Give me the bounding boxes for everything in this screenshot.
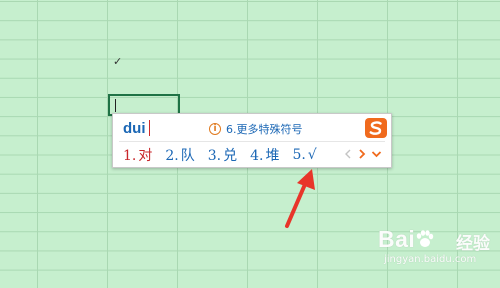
candidate-text: √	[307, 147, 317, 163]
chevron-down-icon[interactable]	[369, 145, 383, 163]
ime-cursor	[149, 120, 150, 136]
chevron-left-icon[interactable]	[341, 145, 355, 163]
candidate-number: 5.	[292, 147, 306, 163]
candidate-number: 3.	[207, 148, 222, 164]
watermark-url: jingyan.baidu.com	[384, 254, 477, 265]
candidate-text: 队	[180, 148, 195, 164]
candidate-number: 4.	[250, 148, 264, 164]
candidate-3[interactable]: 3. 兑	[208, 145, 237, 165]
baidu-jingyan-watermark: Bai 经验 jingyan.baidu.com	[378, 224, 490, 276]
watermark-brand-text: Bai	[378, 226, 416, 252]
candidate-5[interactable]: 5. √	[292, 147, 316, 163]
paw-icon	[416, 230, 434, 247]
candidate-number: 2.	[165, 148, 179, 164]
chevron-right-icon[interactable]	[355, 145, 369, 163]
candidate-1[interactable]: 1. 对	[123, 145, 152, 165]
watermark-suffix-text: 经验	[456, 234, 490, 254]
ime-divider	[119, 141, 385, 142]
ime-composition-text: dui	[123, 120, 146, 137]
info-icon: i	[209, 123, 221, 135]
checkmark-cell-content: ✓	[113, 55, 123, 68]
candidate-4[interactable]: 4. 堆	[250, 145, 279, 165]
candidate-number: 1.	[123, 148, 137, 164]
red-arrow-annotation	[285, 169, 315, 228]
sogou-s-icon[interactable]	[364, 117, 388, 139]
special-symbols-hint-label: 6.更多特殊符号	[226, 123, 303, 136]
cell-text-caret	[115, 99, 116, 112]
candidate-list: 1. 对 2. 队 3. 兑 4. 堆 5. √	[123, 144, 330, 166]
candidate-text: 堆	[265, 148, 280, 164]
ime-candidate-window: dui i 6.更多特殊符号 1. 对 2. 队 3. 兑 4. 堆 5. √	[112, 113, 392, 168]
spreadsheet-grid[interactable]: ✓ dui i 6.更多特殊符号 1. 对 2. 队 3. 兑 4. 堆 5. √	[0, 0, 500, 288]
candidate-pager	[341, 145, 383, 163]
candidate-text: 对	[138, 148, 153, 164]
ime-composition-row: dui i 6.更多特殊符号	[113, 114, 391, 141]
candidate-2[interactable]: 2. 队	[165, 145, 194, 165]
candidate-text: 兑	[223, 148, 238, 164]
special-symbols-hint[interactable]: i 6.更多特殊符号	[209, 121, 303, 137]
